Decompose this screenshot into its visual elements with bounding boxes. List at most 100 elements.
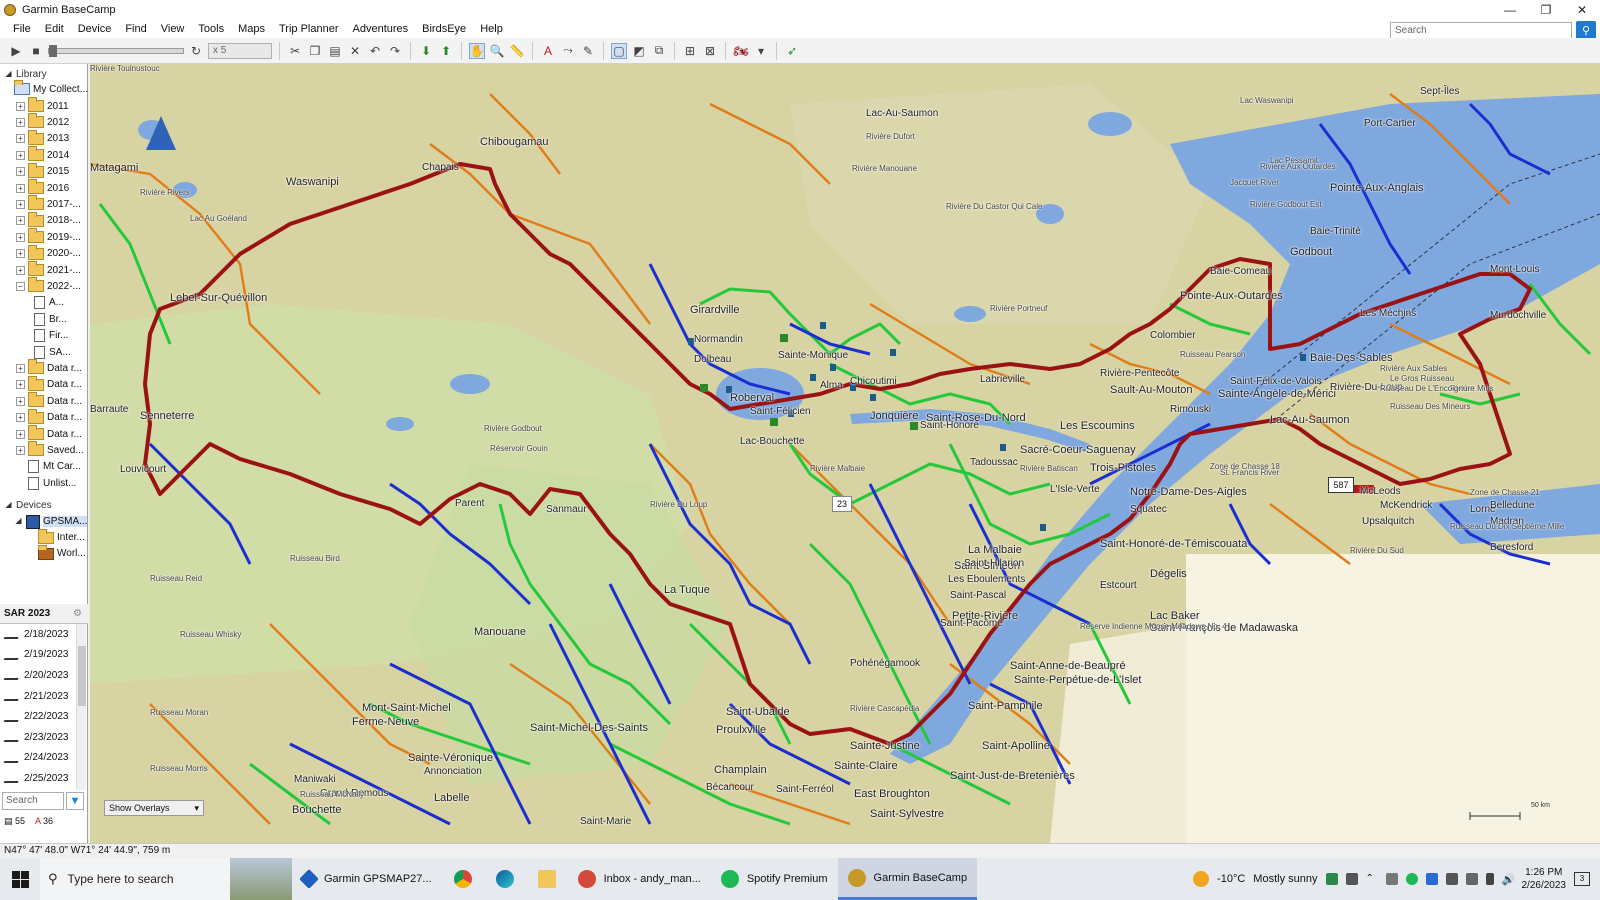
track-list-item[interactable]: 2/19/2023 <box>0 645 76 666</box>
file-explorer-icon[interactable] <box>526 858 568 900</box>
chevron-up-icon[interactable]: ⌃ <box>1366 873 1378 885</box>
hand-tool-icon[interactable]: ✋ <box>469 42 485 59</box>
track-list-item[interactable]: 2/20/2023 <box>0 665 76 686</box>
library-tree-item[interactable]: +2018-... <box>16 211 81 229</box>
slider-thumb[interactable] <box>49 44 57 57</box>
expand-icon[interactable]: + <box>16 183 25 193</box>
network-icon[interactable] <box>1465 873 1478 885</box>
zoom-tool-icon[interactable]: 🔍 <box>489 43 505 59</box>
library-tree-item[interactable]: +2019-... <box>16 228 81 245</box>
playback-slider[interactable] <box>48 44 184 57</box>
expand-icon[interactable]: + <box>16 363 25 373</box>
notifications-icon[interactable]: 3 <box>1574 872 1590 886</box>
speed-select[interactable]: x 5 <box>208 42 272 59</box>
expand-icon[interactable]: + <box>16 150 25 160</box>
weather-sun-icon[interactable] <box>1193 871 1210 887</box>
track-list-scrollbar[interactable] <box>76 624 86 790</box>
map-view[interactable]: Chibougamau Chapais Waswanipi Matagami Lebel… <box>90 64 1600 843</box>
cut-icon[interactable]: ✂ <box>287 43 303 59</box>
menu-view[interactable]: View <box>154 23 192 35</box>
battery-icon[interactable] <box>1485 873 1494 885</box>
track-list-item[interactable]: 2/23/2023 <box>0 727 76 748</box>
library-tree-item[interactable]: + Data r... <box>16 408 82 426</box>
taskbar-app-inbox[interactable]: Inbox - andy_man... <box>568 858 711 900</box>
taskbar-search[interactable]: ⚲ Type here to search <box>40 858 230 900</box>
menu-tools[interactable]: Tools <box>191 23 231 35</box>
library-tree-item[interactable]: Mt Car... <box>16 459 81 475</box>
filter-icon[interactable]: ▼ <box>66 792 84 810</box>
waypoint-number[interactable]: 23 <box>832 496 852 512</box>
library-tree-item[interactable]: + Data r... <box>16 375 82 393</box>
device-item[interactable]: ◢ GPSMA... <box>14 514 88 530</box>
library-tree-item[interactable]: Br... <box>34 311 67 327</box>
library-tree-item[interactable]: SA... <box>34 344 71 360</box>
copy-icon[interactable]: ❐ <box>307 43 323 59</box>
expand-icon[interactable]: + <box>16 199 25 209</box>
undo-icon[interactable]: ↶ <box>367 43 383 59</box>
track-list-item[interactable]: 2/24/2023 <box>0 748 76 769</box>
library-tree-item[interactable]: +2017-... <box>16 195 81 212</box>
track-list-item[interactable]: 2/22/2023 <box>0 706 76 727</box>
expand-icon[interactable]: + <box>16 134 25 144</box>
library-tree-item[interactable]: + Data r... <box>16 392 82 409</box>
start-button[interactable] <box>0 858 40 900</box>
expand-icon[interactable]: + <box>16 249 25 259</box>
measure-tool-icon[interactable]: 📏 <box>509 43 525 59</box>
replay-icon[interactable]: ↻ <box>188 43 204 59</box>
global-search-input[interactable]: Search <box>1390 22 1572 39</box>
track-list-item[interactable]: 2/21/2023 <box>0 686 76 707</box>
library-tree-item[interactable]: Unlist... <box>16 475 76 491</box>
minimize-button[interactable]: — <box>1492 0 1528 20</box>
menu-trip-planner[interactable]: Trip Planner <box>272 23 346 35</box>
overlay-select[interactable]: Show Overlays ▾ <box>104 800 204 816</box>
expand-icon[interactable]: + <box>16 396 25 406</box>
library-tree-item[interactable]: +2014 <box>16 146 69 163</box>
list-search-input[interactable]: Search <box>2 792 64 810</box>
stop-icon[interactable]: ■ <box>28 43 44 59</box>
menu-device[interactable]: Device <box>71 23 119 35</box>
delete-icon[interactable]: ✕ <box>347 43 363 59</box>
track-list-item[interactable]: 2/25/2023 <box>0 768 76 789</box>
tray-app-icon[interactable] <box>1325 873 1338 885</box>
birdseye-icon[interactable]: ⊞ <box>682 43 698 59</box>
volume-icon[interactable]: 🔊 <box>1502 873 1516 886</box>
taskbar-app-garmin-gpsmap[interactable]: Garmin GPSMAP27... <box>292 858 442 900</box>
device-sub-item[interactable]: Worl... <box>38 544 86 562</box>
close-button[interactable]: ✕ <box>1564 0 1600 20</box>
activity-profile-icon[interactable]: 🏍 <box>733 43 749 59</box>
gear-icon[interactable]: ⚙ <box>73 608 82 619</box>
library-tree-item[interactable]: +2015 <box>16 162 69 180</box>
paste-icon[interactable]: ▤ <box>327 43 343 59</box>
library-tree-item[interactable]: +2016 <box>16 179 69 196</box>
route-tool-icon[interactable]: ⤳ <box>560 43 576 59</box>
library-tree-item[interactable]: +2012 <box>16 113 69 130</box>
expand-icon[interactable]: + <box>16 216 25 226</box>
scrollbar-thumb[interactable] <box>78 646 86 706</box>
library-tree-item[interactable]: − 2022-... <box>16 277 81 294</box>
expand-icon[interactable]: + <box>16 265 25 275</box>
tray-app-icon[interactable] <box>1385 873 1398 885</box>
collapse-icon[interactable]: ◢ <box>4 69 13 79</box>
garmin-adventure-icon[interactable]: ➶ <box>784 43 800 59</box>
library-tree-item[interactable]: A... <box>34 295 64 311</box>
expand-icon[interactable]: + <box>16 232 25 242</box>
send-to-device-icon[interactable]: ⬆ <box>438 43 454 59</box>
track-list-item[interactable]: 2/18/2023 <box>0 624 76 645</box>
activity-dropdown-icon[interactable]: ▾ <box>753 43 769 59</box>
menu-edit[interactable]: Edit <box>38 23 71 35</box>
expand-icon[interactable]: + <box>16 380 25 390</box>
map-product-icon[interactable]: ⊠ <box>702 43 718 59</box>
library-tree-item[interactable]: +2011 <box>16 97 69 114</box>
receive-from-device-icon[interactable]: ⬇ <box>418 43 434 59</box>
weather-description[interactable]: Mostly sunny <box>1253 873 1317 885</box>
collapse-icon[interactable]: ◢ <box>4 501 13 511</box>
waypoint-tool-icon[interactable]: A <box>540 43 556 59</box>
library-tree-item[interactable]: +2013 <box>16 129 69 147</box>
my-collection-item[interactable]: My Collect... <box>14 80 88 97</box>
menu-adventures[interactable]: Adventures <box>346 23 416 35</box>
expand-icon[interactable]: + <box>16 117 25 127</box>
library-tree-item[interactable]: +2021-... <box>16 261 81 278</box>
expand-icon[interactable]: + <box>16 429 25 439</box>
split-view-icon[interactable]: ⧉ <box>651 43 667 59</box>
collapse-icon[interactable]: ◢ <box>14 517 23 527</box>
